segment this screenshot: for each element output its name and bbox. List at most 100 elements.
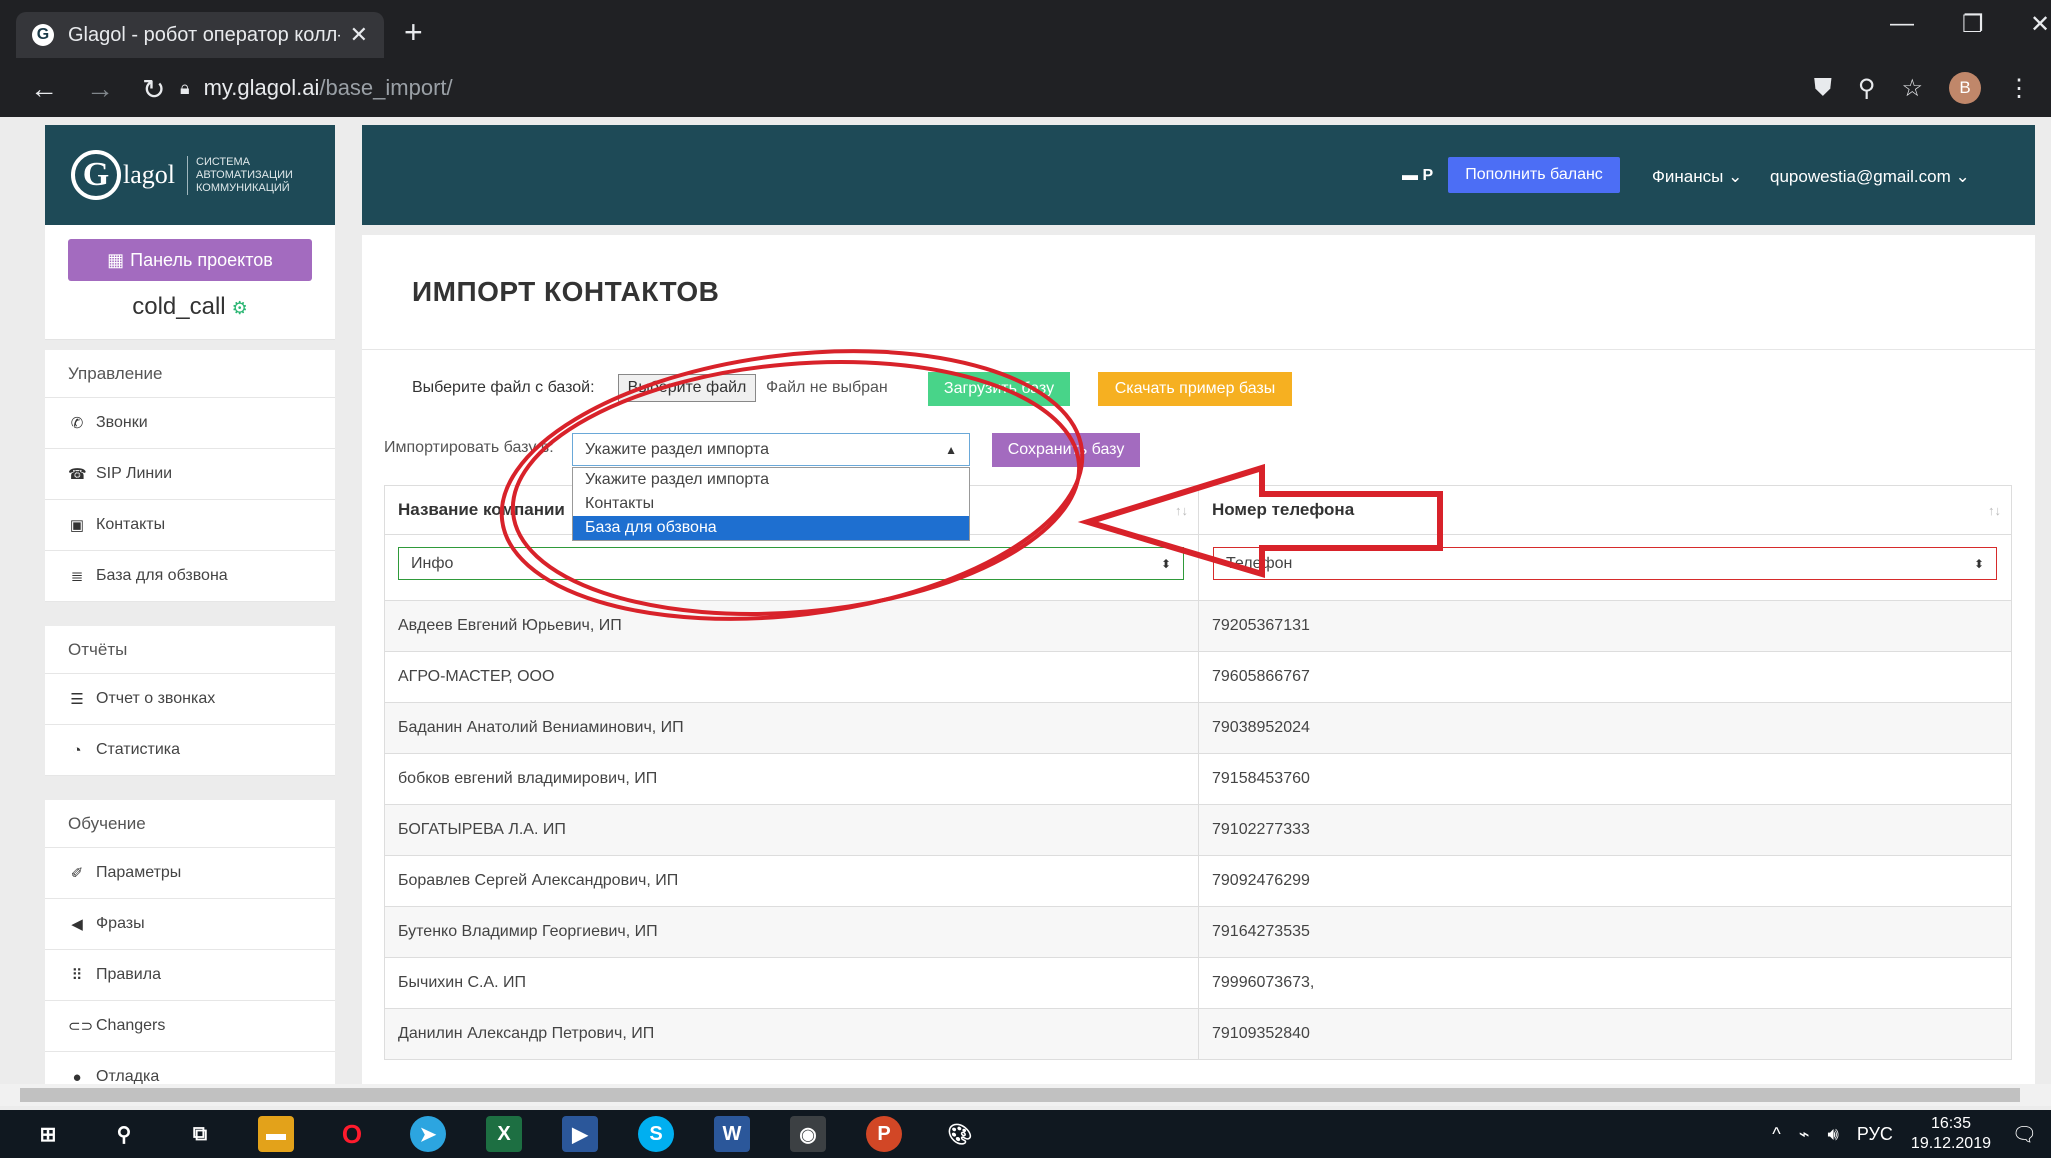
logo-subtitle-line: СИСТЕМА xyxy=(196,155,250,168)
phone-cell: 79109352840 xyxy=(1212,1025,1310,1042)
reload-icon[interactable]: ↻ xyxy=(142,73,165,106)
address-bar[interactable]: 🔒︎ my.glagol.ai /base_import/ xyxy=(180,68,1820,108)
sidebar-item[interactable]: ◔ Статистика xyxy=(45,725,335,776)
tab-title: Glagol - робот оператор колл-ц xyxy=(68,23,340,46)
profile-avatar[interactable]: B xyxy=(1949,72,1981,104)
sidebar-item[interactable]: ▣ Контакты xyxy=(45,500,335,551)
debug-icon: ● xyxy=(72,1068,82,1086)
minimize-icon[interactable]: — xyxy=(1890,10,1914,38)
mapping-row: Инфо ⬍ Телефон ⬍ xyxy=(384,535,2012,601)
dropdown-option[interactable]: Контакты xyxy=(573,492,969,516)
sidebar-item-label: Changers xyxy=(96,1017,166,1034)
table-row: АГРО-МАСТЕР, ООО 79605866767 xyxy=(384,652,2012,703)
word-icon[interactable]: W xyxy=(714,1116,750,1152)
sort-icon[interactable]: ↑↓ xyxy=(1175,503,1188,518)
sidebar-item[interactable]: ✐ Параметры xyxy=(45,848,335,899)
column-mapping-select-phone[interactable]: Телефон ⬍ xyxy=(1213,547,1997,580)
tray-chevron-icon[interactable]: ^ xyxy=(1772,1124,1780,1145)
table-row: Данилин Александр Петрович, ИП 7910935284… xyxy=(384,1009,2012,1060)
zoom-icon[interactable]: ⚲ xyxy=(1858,74,1876,103)
logo[interactable]: G lagol СИСТЕМА АВТОМАТИЗАЦИИ КОММУНИКАЦ… xyxy=(45,125,335,225)
menu-dots-icon[interactable]: ⋮ xyxy=(2007,74,2031,103)
user-menu[interactable]: qupowestia@gmail.com ⌄ xyxy=(1770,167,1970,187)
url-host: my.glagol.ai xyxy=(203,75,320,100)
company-cell: Бычихин С.А. ИП xyxy=(385,958,1199,1008)
sidebar-item-label: SIP Линии xyxy=(96,465,173,482)
import-table: Название компании ↑↓ Номер телефона ↑↓ И… xyxy=(384,485,2012,1060)
table-row: Бутенко Владимир Георгиевич, ИП 791642735… xyxy=(384,907,2012,958)
forward-icon[interactable]: → xyxy=(86,73,114,105)
clock[interactable]: 16:35 19.12.2019 xyxy=(1911,1114,1991,1154)
paint-icon[interactable]: 🎨︎ xyxy=(942,1116,978,1152)
dropdown-option[interactable]: Укажите раздел импорта xyxy=(573,468,969,492)
upload-base-button[interactable]: Загрузить базу xyxy=(928,372,1070,406)
sidebar-item[interactable]: ☎ SIP Линии xyxy=(45,449,335,500)
star-icon[interactable]: ☆ xyxy=(1901,74,1923,103)
opera-icon[interactable]: O xyxy=(334,1116,370,1152)
tab-close-icon[interactable]: ✕ xyxy=(350,22,368,48)
chrome-icon[interactable]: ◉ xyxy=(790,1116,826,1152)
mapping-value: Телефон xyxy=(1226,554,1293,572)
volume-icon[interactable]: 🔊︎ xyxy=(1828,1124,1839,1145)
choose-file-button[interactable]: Выберите файл xyxy=(618,374,756,402)
sidebar-item[interactable]: ◀ Фразы xyxy=(45,899,335,950)
search-icon[interactable]: ⚲ xyxy=(106,1116,142,1152)
restore-icon[interactable]: ❐ xyxy=(1962,10,1984,39)
logo-subtitle-line: АВТОМАТИЗАЦИИ xyxy=(196,168,293,181)
phone-cell: 79205367131 xyxy=(1212,617,1310,634)
horizontal-scrollbar[interactable] xyxy=(0,1084,2051,1106)
import-section-value: Укажите раздел импорта xyxy=(585,440,770,458)
system-tray: ^ ⌁ 🔊︎ РУС 16:35 19.12.2019 xyxy=(1772,1114,1991,1154)
import-label: Импортировать базу в: xyxy=(384,439,554,456)
column-mapping-select-info[interactable]: Инфо ⬍ xyxy=(398,547,1184,580)
new-tab-button[interactable]: + xyxy=(404,14,423,51)
sidebar-item[interactable]: ✆ Звонки xyxy=(45,398,335,449)
column-header-phone[interactable]: Номер телефона ↑↓ xyxy=(1199,486,2011,534)
topup-balance-button[interactable]: Пополнить баланс xyxy=(1448,157,1620,193)
app-header: ▬ Р Пополнить баланс Финансы ⌄ qupowesti… xyxy=(362,125,2035,225)
powerpoint-icon[interactable]: P xyxy=(866,1116,902,1152)
table-row: Бычихин С.А. ИП 79996073673, xyxy=(384,958,2012,1009)
scrollbar-thumb[interactable] xyxy=(20,1088,2020,1102)
dropdown-option[interactable]: База для обзвона xyxy=(573,516,969,540)
megaphone-icon: ◀ xyxy=(71,916,83,933)
phone-cell: 79605866767 xyxy=(1212,668,1310,685)
sidebar-item-label: Статистика xyxy=(96,741,181,758)
notifications-icon[interactable]: 🗨︎ xyxy=(2012,1122,2037,1147)
sip-icon: ☎ xyxy=(68,466,87,483)
skype-icon[interactable]: S xyxy=(638,1116,674,1152)
start-icon[interactable]: ⊞ xyxy=(30,1116,66,1152)
language-indicator[interactable]: РУС xyxy=(1857,1124,1893,1145)
task-view-icon[interactable]: ⧉ xyxy=(182,1116,218,1152)
finance-menu[interactable]: Финансы ⌄ xyxy=(1652,167,1742,187)
import-section-dropdown: Укажите раздел импорта Контакты База для о… xyxy=(572,467,970,541)
back-icon[interactable]: ← xyxy=(30,73,58,105)
network-icon[interactable]: ⌁ xyxy=(1799,1124,1810,1145)
import-section-select[interactable]: Укажите раздел импорта ▲ xyxy=(572,433,970,466)
sidebar-item[interactable]: ≣ База для обзвона xyxy=(45,551,335,602)
settings-gears-icon[interactable]: ⚙ xyxy=(232,298,248,318)
sidebar-item[interactable]: ⊂⊃ Changers xyxy=(45,1001,335,1052)
file-label: Выберите файл с базой: xyxy=(412,379,595,396)
browser-toolbar-icons: ⛊ ⚲ ☆ B ⋮ xyxy=(1814,72,2031,104)
sidebar-group: Отчёты ☰ Отчет о звонках ◔ Статистика xyxy=(45,626,335,776)
excel-icon[interactable]: X xyxy=(486,1116,522,1152)
sidebar-item[interactable]: ⠿ Правила xyxy=(45,950,335,1001)
phone-cell: 79158453760 xyxy=(1212,770,1310,787)
column-header-label: Номер телефона xyxy=(1212,500,1355,519)
file-explorer-icon[interactable]: ▬ xyxy=(258,1116,294,1152)
browser-tab[interactable]: G Glagol - робот оператор колл-ц ✕ xyxy=(16,12,384,58)
save-base-button[interactable]: Сохранить базу xyxy=(992,433,1140,467)
lock-icon: 🔒︎ xyxy=(180,77,190,98)
shield-icon[interactable]: ⛊ xyxy=(1814,74,1832,102)
phone-cell: 79092476299 xyxy=(1212,872,1310,889)
sidebar-item[interactable]: ☰ Отчет о звонках xyxy=(45,674,335,725)
sidebar-item-label: Фразы xyxy=(96,915,145,932)
media-player-icon[interactable]: ▶ xyxy=(562,1116,598,1152)
url-path: /base_import/ xyxy=(319,75,453,100)
projects-panel-button[interactable]: ▦ Панель проектов xyxy=(68,239,312,281)
telegram-icon[interactable]: ➤ xyxy=(410,1116,446,1152)
sort-icon[interactable]: ↑↓ xyxy=(1988,503,2001,518)
window-close-icon[interactable]: ✕ xyxy=(2030,10,2050,39)
download-sample-button[interactable]: Скачать пример базы xyxy=(1098,372,1292,406)
